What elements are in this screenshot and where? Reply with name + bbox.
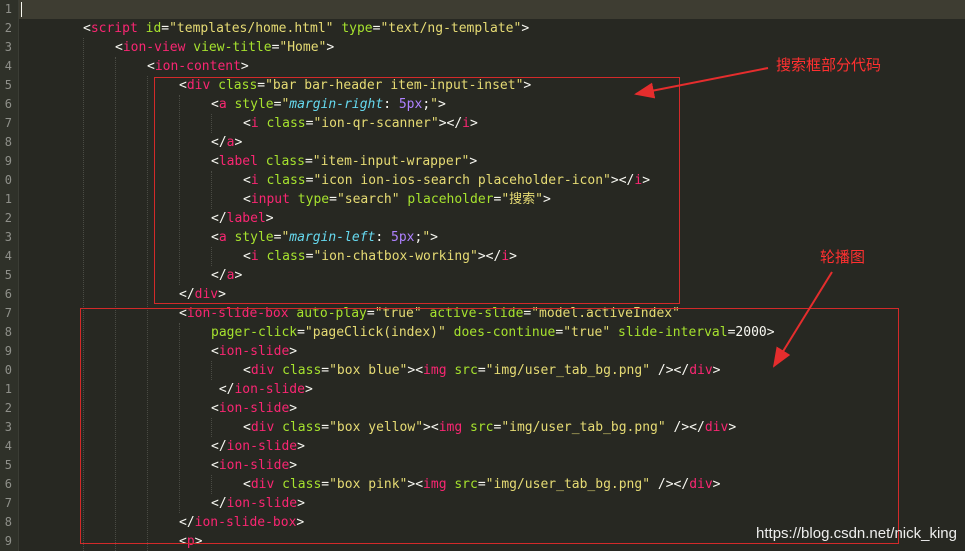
annotation-arrows [634, 67, 833, 368]
search-annotation-arrow [634, 67, 769, 99]
carousel-annotation-arrow [772, 271, 833, 368]
carousel-annotation-label: 轮播图 [820, 248, 866, 266]
watermark-url: https://blog.csdn.net/nick_king [756, 525, 957, 542]
search-annotation-label: 搜索框部分代码 [776, 56, 882, 74]
